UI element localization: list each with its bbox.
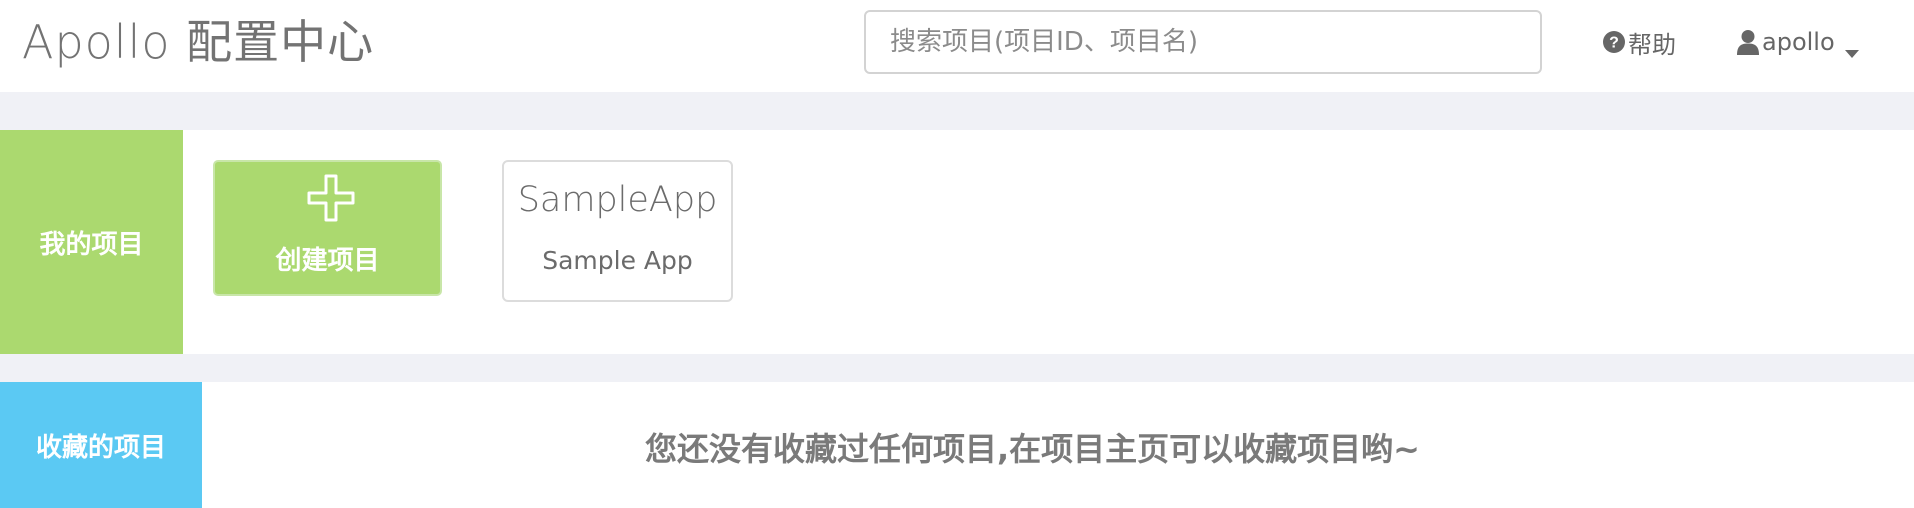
my-projects-label: 我的项目 (0, 130, 183, 354)
favorites-empty-message: 您还没有收藏过任何项目,在项目主页可以收藏项目哟~ (645, 430, 1420, 468)
favorite-projects-section: 收藏的项目 您还没有收藏过任何项目,在项目主页可以收藏项目哟~ (0, 382, 1914, 508)
username: apollo (1762, 28, 1835, 56)
project-app-id: SampleApp (517, 180, 718, 220)
question-circle-icon: ? (1602, 30, 1626, 54)
user-icon (1736, 29, 1760, 55)
favorite-projects-label: 收藏的项目 (0, 382, 202, 508)
caret-down-icon (1844, 37, 1859, 58)
project-search-input[interactable] (864, 10, 1542, 74)
project-app-name: Sample App (542, 246, 693, 275)
top-navbar: Apollo 配置中心 ? 帮助 apollo (0, 0, 1914, 92)
brand-logo[interactable]: Apollo 配置中心 (22, 14, 374, 70)
help-link[interactable]: ? 帮助 (1602, 22, 1676, 62)
svg-text:?: ? (1609, 35, 1619, 52)
my-projects-section: 我的项目 创建项目 SampleApp Sample App (0, 130, 1914, 354)
user-menu[interactable]: apollo (1736, 22, 1859, 62)
create-project-button[interactable]: 创建项目 (213, 160, 442, 296)
plus-icon (307, 174, 355, 222)
help-label: 帮助 (1628, 30, 1676, 59)
create-project-label: 创建项目 (275, 246, 380, 276)
project-card-sampleapp[interactable]: SampleApp Sample App (502, 160, 733, 302)
